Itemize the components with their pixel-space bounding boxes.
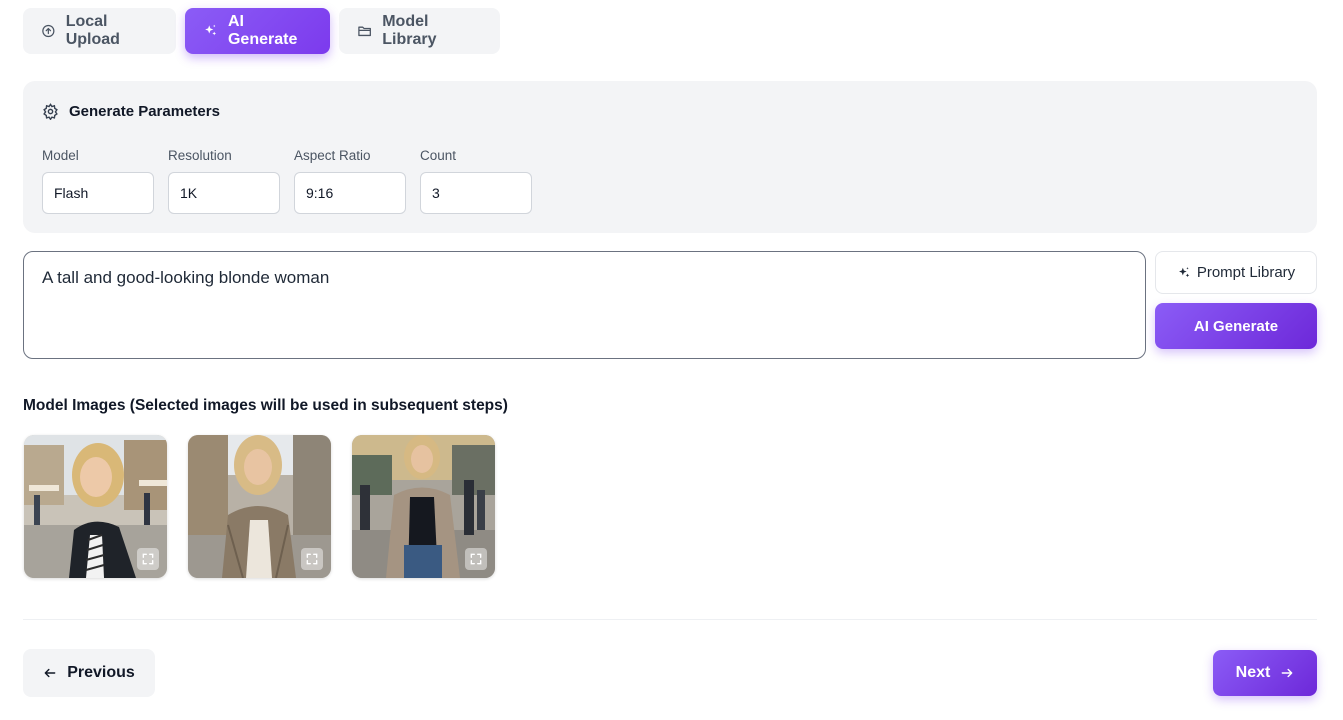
gear-icon bbox=[43, 103, 58, 120]
tab-label: AI Generate bbox=[227, 13, 298, 48]
count-label: Count bbox=[420, 148, 457, 163]
aspect-ratio-field: Aspect Ratio 9:16 bbox=[294, 148, 406, 214]
expand-icon bbox=[306, 553, 318, 565]
folder-icon bbox=[358, 26, 371, 37]
upload-cloud-icon bbox=[42, 24, 55, 38]
sparkles-icon bbox=[1178, 266, 1190, 277]
source-tabs: Local Upload AI Generate Model Library bbox=[23, 8, 500, 54]
next-label: Next bbox=[1235, 664, 1271, 681]
prompt-library-button[interactable]: Prompt Library bbox=[1155, 251, 1317, 294]
count-input[interactable]: 3 bbox=[420, 172, 532, 214]
generate-parameters-panel: Generate Parameters Model Flash Resoluti… bbox=[23, 81, 1317, 233]
model-field: Model Flash bbox=[42, 148, 154, 214]
resolution-select[interactable]: 1K bbox=[168, 172, 280, 214]
prompt-library-label: Prompt Library bbox=[1196, 264, 1296, 281]
model-image-2[interactable] bbox=[188, 435, 331, 578]
tab-model-library[interactable]: Model Library bbox=[339, 8, 500, 54]
model-images-grid bbox=[24, 435, 495, 578]
expand-icon bbox=[470, 553, 482, 565]
next-button[interactable]: Next bbox=[1213, 650, 1317, 696]
model-label: Model bbox=[42, 148, 79, 163]
ai-generate-button[interactable]: AI Generate bbox=[1155, 303, 1317, 349]
aspect-ratio-select[interactable]: 9:16 bbox=[294, 172, 406, 214]
aspect-ratio-label: Aspect Ratio bbox=[294, 148, 371, 163]
model-select[interactable]: Flash bbox=[42, 172, 154, 214]
tab-label: Local Upload bbox=[65, 13, 120, 48]
previous-label: Previous bbox=[67, 664, 135, 681]
params-title: Generate Parameters bbox=[69, 103, 220, 120]
model-images-title: Model Images (Selected images will be us… bbox=[23, 397, 508, 414]
model-image-1[interactable] bbox=[24, 435, 167, 578]
tab-label: Model Library bbox=[382, 13, 437, 48]
expand-button[interactable] bbox=[301, 548, 323, 570]
model-image-3[interactable] bbox=[352, 435, 495, 578]
expand-button[interactable] bbox=[137, 548, 159, 570]
divider bbox=[23, 619, 1317, 620]
tab-ai-generate[interactable]: AI Generate bbox=[185, 8, 330, 54]
resolution-label: Resolution bbox=[168, 148, 232, 163]
sparkles-icon bbox=[205, 24, 217, 36]
params-heading: Generate Parameters bbox=[42, 103, 220, 120]
tab-local-upload[interactable]: Local Upload bbox=[23, 8, 176, 54]
resolution-field: Resolution 1K bbox=[168, 148, 280, 214]
arrow-left-icon bbox=[44, 668, 56, 678]
expand-icon bbox=[142, 553, 154, 565]
expand-button[interactable] bbox=[465, 548, 487, 570]
previous-button[interactable]: Previous bbox=[23, 649, 155, 697]
prompt-textarea[interactable]: A tall and good-looking blonde woman bbox=[23, 251, 1146, 359]
arrow-right-icon bbox=[1281, 668, 1293, 678]
count-field: Count 3 bbox=[420, 148, 532, 214]
